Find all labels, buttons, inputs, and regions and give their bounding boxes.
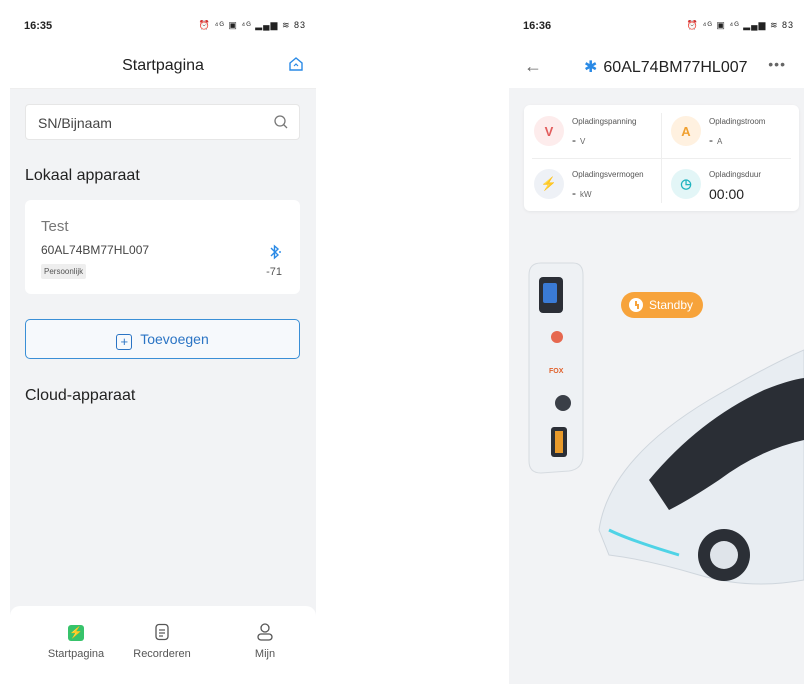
metric-value: -A <box>709 133 723 147</box>
nav-bar: Startpagina <box>10 42 316 89</box>
tab-startpagina[interactable]: ⚡ Startpagina <box>36 622 116 660</box>
status-time: 16:36 <box>523 20 552 32</box>
page-title: Startpagina <box>122 57 204 74</box>
bluetooth-icon: ✱ <box>584 59 598 76</box>
device-card[interactable]: Test 60AL74BM77HL007 Persoonlijk -71 <box>25 200 300 294</box>
nav-bar: ← ✱ 60AL74BM77HL007 ••• <box>509 42 804 88</box>
tab-mijn[interactable]: Mijn <box>225 622 305 660</box>
add-button-label: Toevoegen <box>140 331 209 347</box>
metric-value: - kW <box>572 186 592 200</box>
status-icons: ⏰ ⁴ᴳ ▣ ⁴ᴳ ▂▄▆ ≋ 83 <box>686 20 794 30</box>
metric-voltage: V Opladingspanning -V <box>524 105 661 158</box>
metrics-panel: V Opladingspanning -V A Opladingstroom -… <box>524 105 799 211</box>
status-bar: 16:35 ⏰ ⁴ᴳ ▣ ⁴ᴳ ▂▄▆ ≋ 83 <box>10 10 316 42</box>
tab-label: Startpagina <box>47 648 105 660</box>
current-icon: A <box>671 116 701 146</box>
metric-value: 00:00 <box>709 186 745 202</box>
svg-text:FOX: FOX <box>549 368 564 375</box>
power-icon: ⚡ <box>534 169 564 199</box>
device-title-text: 60AL74BM77HL007 <box>603 59 748 76</box>
add-icon: + <box>116 334 133 350</box>
car-illustration <box>598 349 804 585</box>
metric-value: -V <box>572 133 586 147</box>
tab-label: Recorderen <box>133 648 191 660</box>
search-placeholder: SN/Bijnaam <box>38 115 112 131</box>
clock-icon <box>629 298 643 312</box>
status-badge: Standby <box>621 292 704 318</box>
metric-label: Opladingsvermogen <box>572 170 644 179</box>
clock-icon: ◷ <box>671 169 701 199</box>
tab-bar: ⚡ Startpagina Recorderen Mijn <box>10 606 316 684</box>
device-title: ✱ 60AL74BM77HL007 <box>584 57 748 77</box>
add-device-button[interactable]: + Toevoegen <box>25 319 300 359</box>
metric-label: Opladingspanning <box>572 117 637 126</box>
lightning-square-icon: ⚡ <box>68 625 84 641</box>
status-bar: 16:36 ⏰ ⁴ᴳ ▣ ⁴ᴳ ▂▄▆ ≋ 83 <box>509 10 804 42</box>
tab-label: Mijn <box>254 648 276 660</box>
home-screen: 16:35 ⏰ ⁴ᴳ ▣ ⁴ᴳ ▂▄▆ ≋ 83 Startpagina SN/… <box>10 10 316 684</box>
tab-recorderen[interactable]: Recorderen <box>122 622 202 660</box>
cloud-section-title: Cloud-apparaat <box>25 387 136 404</box>
user-icon <box>256 622 274 645</box>
metric-power: ⚡ Opladingsvermogen - kW <box>524 158 661 211</box>
device-sn: 60AL74BM77HL007 <box>41 243 150 257</box>
bluetooth-icon <box>268 244 282 265</box>
device-tag: Persoonlijk <box>41 264 87 279</box>
device-detail-screen: 16:36 ⏰ ⁴ᴳ ▣ ⁴ᴳ ▂▄▆ ≋ 83 ← ✱ 60AL74BM77HL… <box>509 10 804 684</box>
search-icon[interactable] <box>273 114 289 135</box>
local-section-title: Lokaal apparaat <box>25 167 140 184</box>
metric-duration: ◷ Opladingsduur 00:00 <box>661 158 798 211</box>
metric-label: Opladingsduur <box>709 170 762 179</box>
metric-current: A Opladingstroom -A <box>661 105 798 158</box>
voltage-icon: V <box>534 116 564 146</box>
more-icon[interactable]: ••• <box>768 56 786 72</box>
device-name: Test <box>41 218 69 235</box>
status-label: Standby <box>649 298 694 312</box>
device-rssi: -71 <box>266 266 282 278</box>
home-icon[interactable] <box>288 56 304 77</box>
back-arrow-icon[interactable]: ← <box>524 56 542 77</box>
metric-label: Opladingstroom <box>709 117 766 126</box>
status-icons: ⏰ ⁴ᴳ ▣ ⁴ᴳ ▂▄▆ ≋ 83 <box>198 20 306 30</box>
charger-illustration: FOX <box>528 262 584 474</box>
search-input[interactable]: SN/Bijnaam <box>25 104 300 140</box>
document-icon <box>154 623 170 644</box>
status-time: 16:35 <box>24 20 53 32</box>
